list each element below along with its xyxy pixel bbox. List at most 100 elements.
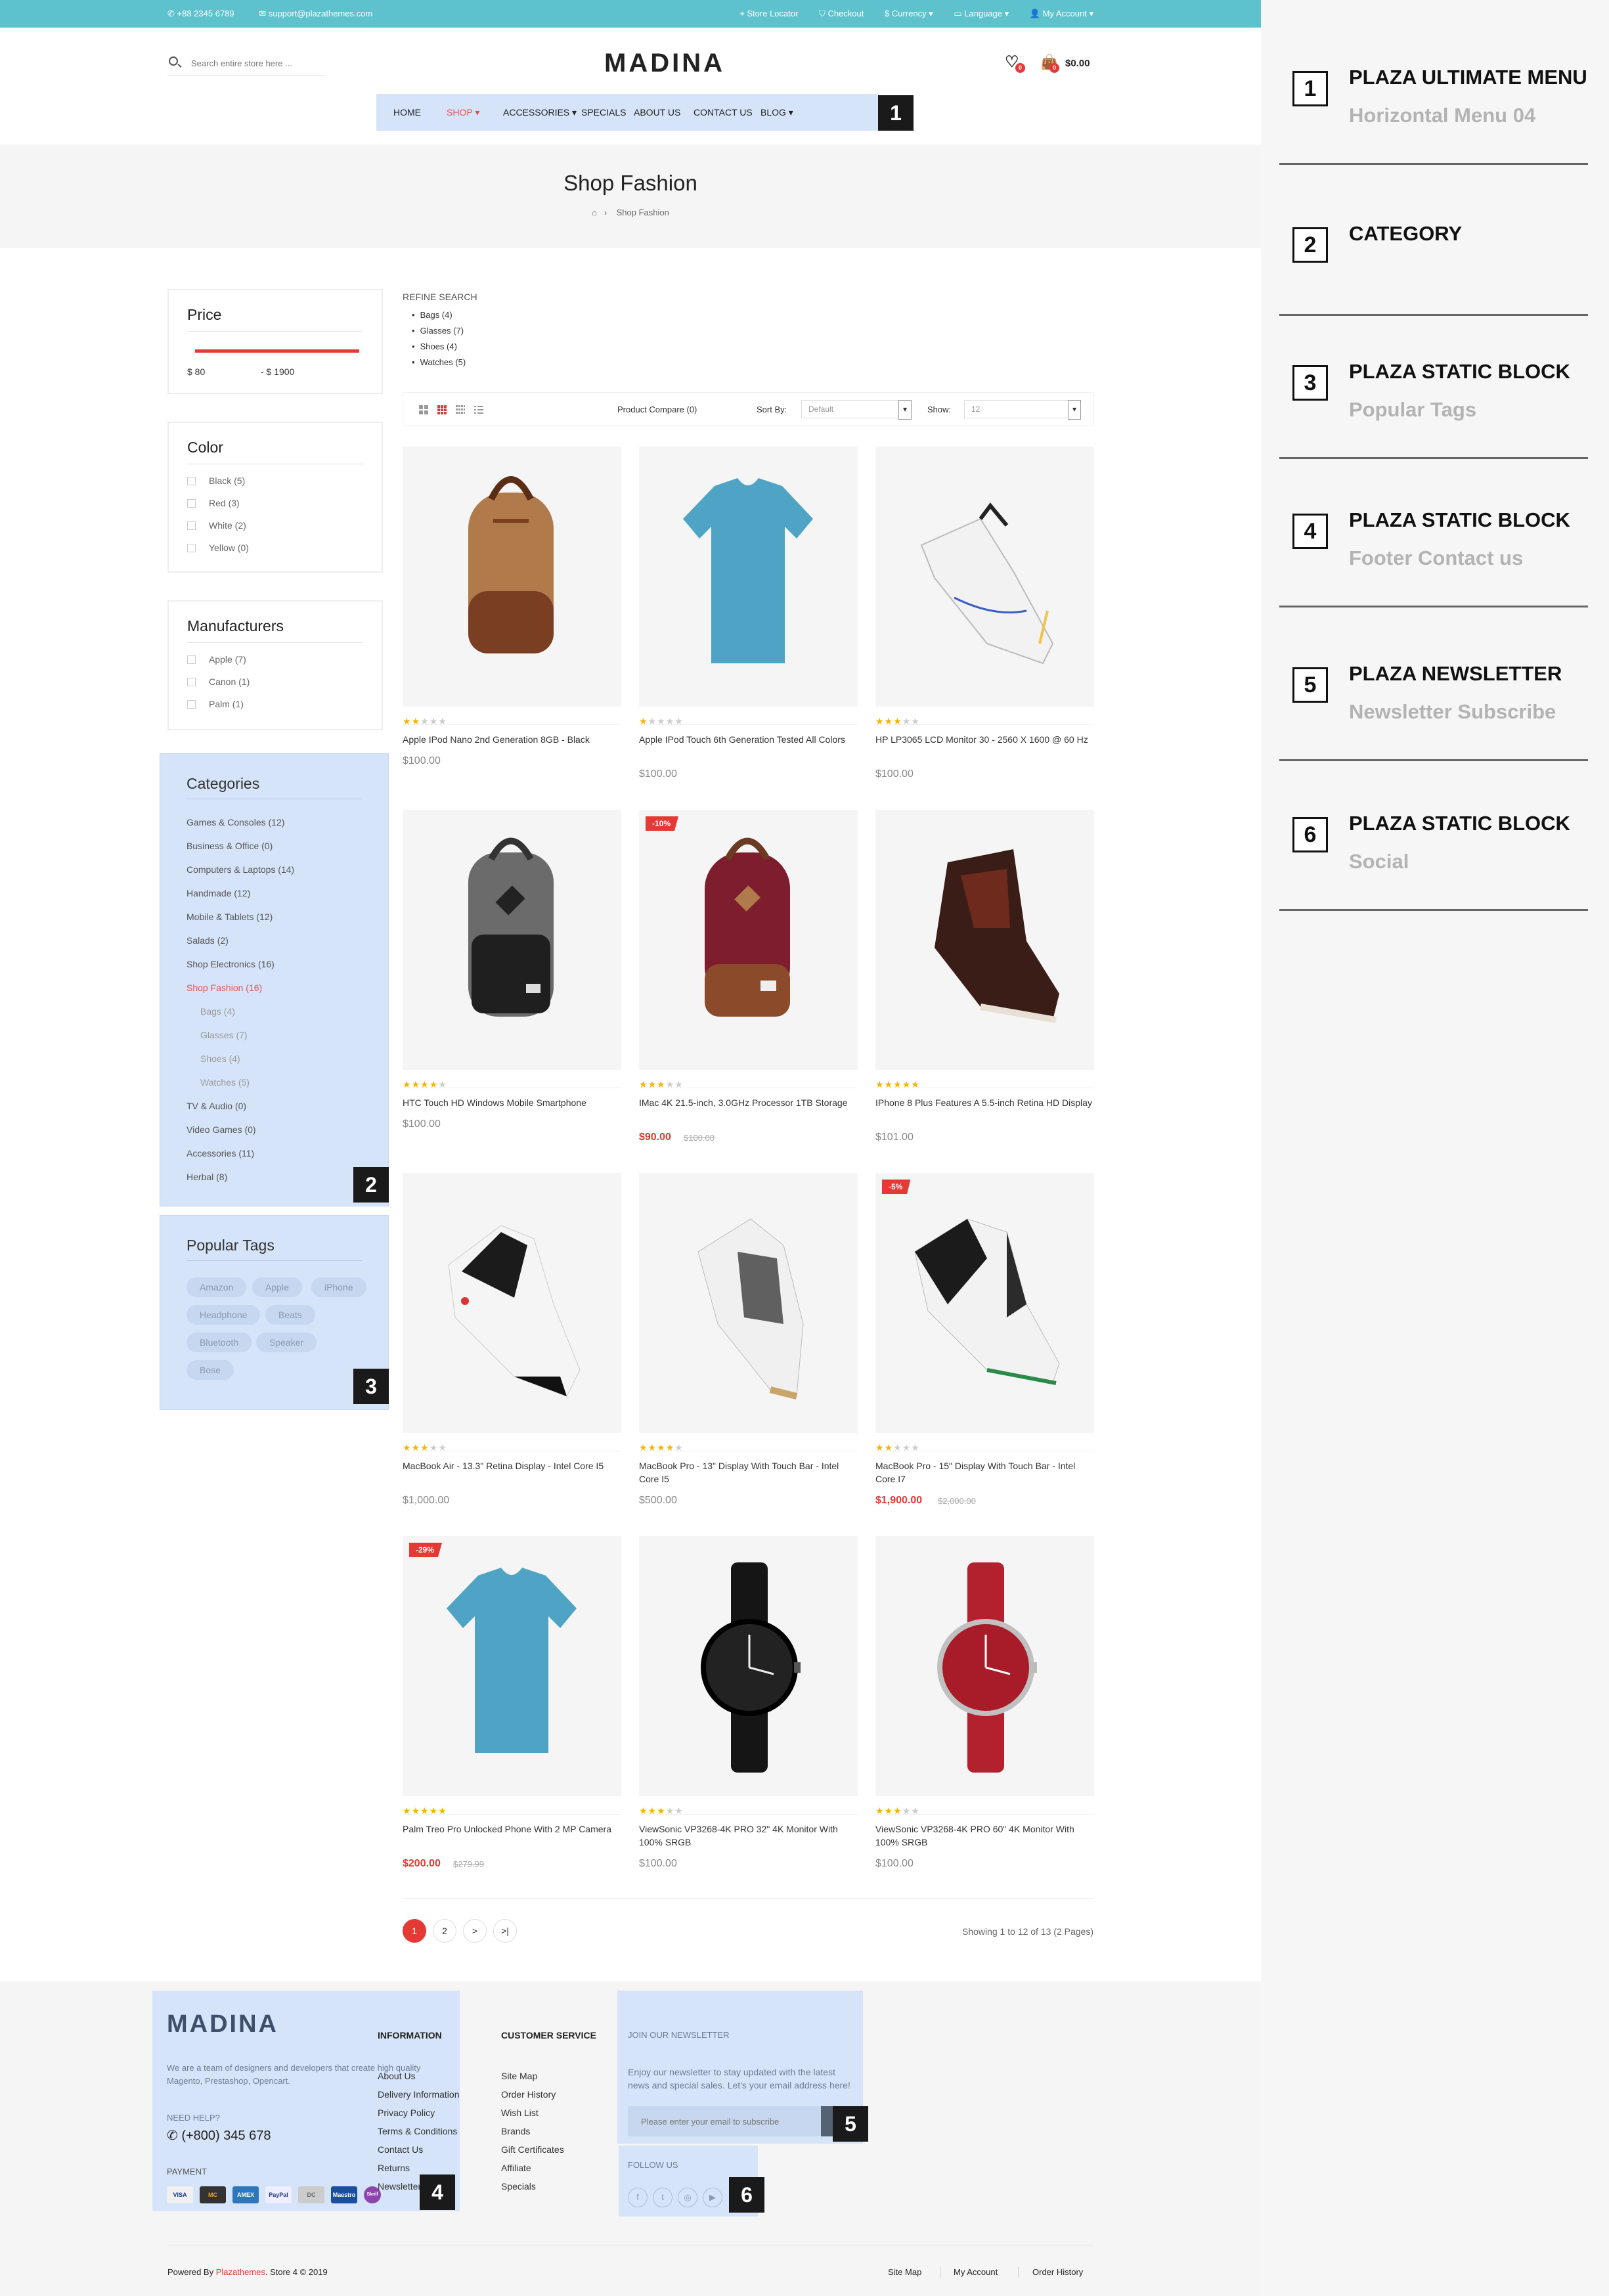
category-item[interactable]: Salads (2) <box>187 935 229 946</box>
cart-icon[interactable]: 👜 0 <box>1040 54 1059 73</box>
category-item[interactable]: Glasses (7) <box>200 1030 248 1040</box>
checkbox[interactable] <box>187 477 196 485</box>
color-option[interactable]: Yellow (0) <box>187 542 249 553</box>
footer-link[interactable]: Site Map <box>501 2071 537 2081</box>
language-dropdown[interactable]: ▭ Language ▾ <box>954 9 1009 18</box>
product-card[interactable]: -10% ★★★★★ IMac 4K 21.5-inch, 3.0GHz Proce… <box>639 810 858 1166</box>
store-locator-link[interactable]: ⌖ Store Locator <box>739 9 798 18</box>
product-image[interactable] <box>875 810 1094 1070</box>
product-name[interactable]: IPhone 8 Plus Features A 5.5-inch Retina… <box>875 1096 1094 1109</box>
product-card[interactable]: ★★★★★ ViewSonic VP3268-4K PRO 60" 4K Moni… <box>875 1536 1094 1893</box>
product-image[interactable] <box>639 1536 858 1796</box>
product-image[interactable] <box>639 447 858 707</box>
category-item[interactable]: Shop Electronics (16) <box>187 959 275 969</box>
phone-link[interactable]: ✆ +88 2345 6789 <box>167 9 234 18</box>
checkbox[interactable] <box>187 521 196 530</box>
search-icon[interactable] <box>169 56 178 66</box>
tag-headphone[interactable]: Headphone <box>187 1305 261 1325</box>
product-name[interactable]: Apple IPod Touch 6th Generation Tested A… <box>639 733 858 746</box>
footer-bottom-account[interactable]: My Account <box>954 2267 998 2277</box>
account-dropdown[interactable]: 👤 My Account ▾ <box>1030 9 1093 18</box>
logo[interactable]: MADINA <box>604 49 725 78</box>
plazathemes-link[interactable]: Plazathemes <box>216 2267 265 2277</box>
youtube-icon[interactable]: ▶ <box>703 2188 722 2207</box>
nav-shop[interactable]: SHOP ▾ <box>447 107 479 118</box>
grid-3-view-icon[interactable] <box>437 405 447 414</box>
category-item[interactable]: Games & Consoles (12) <box>187 817 284 828</box>
price-range-slider[interactable] <box>195 349 359 353</box>
checkout-link[interactable]: ⛉ Checkout <box>819 9 864 18</box>
product-name[interactable]: MacBook Pro - 13" Display With Touch Bar… <box>639 1459 858 1486</box>
product-name[interactable]: MacBook Air - 13.3" Retina Display - Int… <box>403 1459 621 1472</box>
product-image[interactable] <box>875 447 1094 707</box>
manufacturer-option[interactable]: Apple (7) <box>187 654 246 665</box>
refine-link[interactable]: Glasses (7) <box>420 323 477 339</box>
footer-link[interactable]: Affiliate <box>501 2163 531 2173</box>
grid-2-view-icon[interactable] <box>419 405 428 414</box>
checkbox[interactable] <box>187 700 196 709</box>
nav-home[interactable]: HOME <box>393 107 421 118</box>
product-image[interactable] <box>403 1173 621 1433</box>
product-name[interactable]: HTC Touch HD Windows Mobile Smartphone <box>403 1096 621 1109</box>
cart-total[interactable]: $0.00 <box>1065 58 1090 69</box>
category-item[interactable]: Herbal (8) <box>187 1172 227 1182</box>
product-name[interactable]: ViewSonic VP3268-4K PRO 60" 4K Monitor W… <box>875 1822 1094 1849</box>
footer-link[interactable]: Privacy Policy <box>378 2108 435 2118</box>
refine-link[interactable]: Shoes (4) <box>420 339 477 355</box>
nav-about[interactable]: ABOUT US <box>634 107 680 118</box>
tag-apple[interactable]: Apple <box>252 1277 302 1297</box>
category-item[interactable]: Shop Fashion (16) <box>187 982 262 993</box>
email-link[interactable]: ✉ support@plazathemes.com <box>259 9 372 18</box>
footer-link[interactable]: Wish List <box>501 2108 539 2118</box>
footer-link[interactable]: Newsletter <box>378 2181 421 2192</box>
next-page-button[interactable]: > <box>463 1919 487 1943</box>
home-icon[interactable]: ⌂ <box>592 208 597 217</box>
refine-link[interactable]: Bags (4) <box>420 307 477 323</box>
nav-contact[interactable]: CONTACT US <box>694 107 753 118</box>
footer-bottom-sitemap[interactable]: Site Map <box>888 2267 921 2277</box>
manufacturer-option[interactable]: Palm (1) <box>187 699 244 709</box>
nav-blog[interactable]: BLOG ▾ <box>760 107 793 118</box>
category-item[interactable]: Watches (5) <box>200 1077 250 1088</box>
category-item[interactable]: Handmade (12) <box>187 888 250 898</box>
color-option[interactable]: Red (3) <box>187 498 240 508</box>
product-card[interactable]: ★★★★★ ViewSonic VP3268-4K PRO 32" 4K Moni… <box>639 1536 858 1893</box>
tag-bose[interactable]: Bose <box>187 1360 234 1380</box>
category-item[interactable]: Mobile & Tablets (12) <box>187 912 273 922</box>
tag-amazon[interactable]: Amazon <box>187 1277 247 1297</box>
category-item[interactable]: Bags (4) <box>200 1006 235 1017</box>
product-card[interactable]: -5% ★★★★★ MacBook Pro - 15" Display With T… <box>875 1173 1094 1530</box>
product-name[interactable]: Apple IPod Nano 2nd Generation 8GB - Bla… <box>403 733 621 746</box>
page-1-button[interactable]: 1 <box>403 1919 426 1943</box>
nav-specials[interactable]: SPECIALS <box>581 107 626 118</box>
product-card[interactable]: ★★★★★ IPhone 8 Plus Features A 5.5-inch R… <box>875 810 1094 1166</box>
facebook-icon[interactable]: f <box>628 2188 648 2207</box>
product-image[interactable]: -10% <box>639 810 858 1070</box>
product-card[interactable]: ★★★★★ MacBook Pro - 13" Display With Touc… <box>639 1173 858 1530</box>
twitter-icon[interactable]: t <box>653 2188 672 2207</box>
currency-dropdown[interactable]: $ Currency ▾ <box>885 9 933 18</box>
footer-link[interactable]: Specials <box>501 2181 536 2192</box>
product-image[interactable] <box>403 810 621 1070</box>
tag-beats[interactable]: Beats <box>265 1305 315 1325</box>
category-item[interactable]: Accessories (11) <box>187 1148 254 1159</box>
product-name[interactable]: MacBook Pro - 15" Display With Touch Bar… <box>875 1459 1094 1486</box>
instagram-icon[interactable]: ◎ <box>678 2188 697 2207</box>
product-name[interactable]: IMac 4K 21.5-inch, 3.0GHz Processor 1TB … <box>639 1096 858 1109</box>
checkbox[interactable] <box>187 499 196 508</box>
footer-link[interactable]: Gift Certificates <box>501 2144 564 2155</box>
list-view-icon[interactable] <box>474 405 483 414</box>
footer-link[interactable]: Order History <box>501 2089 556 2100</box>
product-card[interactable]: ★★★★★ Apple IPod Nano 2nd Generation 8GB … <box>403 447 621 803</box>
refine-link[interactable]: Watches (5) <box>420 355 477 370</box>
footer-bottom-order-history[interactable]: Order History <box>1032 2267 1083 2277</box>
newsletter-email-input[interactable] <box>628 2106 831 2136</box>
category-item[interactable]: Computers & Laptops (14) <box>187 864 294 875</box>
product-card[interactable]: ★★★★★ HTC Touch HD Windows Mobile Smartph… <box>403 810 621 1166</box>
product-card[interactable]: ★★★★★ Apple IPod Touch 6th Generation Tes… <box>639 447 858 803</box>
checkbox[interactable] <box>187 678 196 686</box>
footer-link[interactable]: Returns <box>378 2163 410 2173</box>
last-page-button[interactable]: >| <box>493 1919 517 1943</box>
footer-phone[interactable]: ✆ (+800) 345 678 <box>167 2127 271 2144</box>
product-image[interactable]: -29% <box>403 1536 621 1796</box>
